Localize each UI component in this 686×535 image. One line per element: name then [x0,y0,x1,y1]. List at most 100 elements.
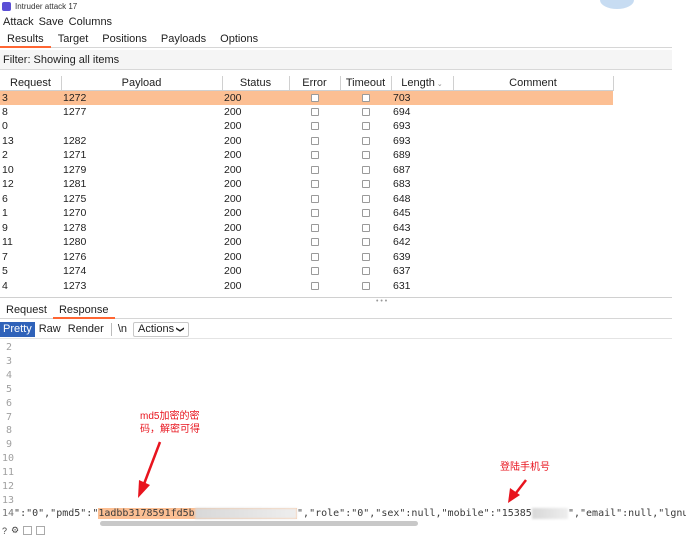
cell-error [289,177,340,192]
line-number: 6 [5,397,12,409]
cell-comment[interactable] [453,235,613,250]
cell-comment[interactable] [453,119,613,134]
column-header-error[interactable]: Error [289,76,341,91]
column-header-label: Error [302,76,327,89]
column-header-comment[interactable]: Comment [453,76,614,91]
tab-payloads[interactable]: Payloads [154,31,213,48]
cell-error [289,250,340,265]
response-editor[interactable]: 14":"0","pmd5":"1adbb3178591fd5bxxxxxxxx… [0,340,686,522]
table-row[interactable]: 1 1270 200 645 [0,206,613,221]
cell-length: 689 [393,149,411,162]
column-header-label: Length [401,76,435,89]
cell-comment[interactable] [453,148,613,163]
cell-payload: 1277 [63,105,87,118]
menu-columns[interactable]: Columns [69,16,112,28]
cell-status: 200 [224,279,242,292]
cell-status: 200 [224,134,242,147]
table-row[interactable]: 10 1279 200 687 [0,163,613,178]
error-checkbox [310,238,319,247]
line-number: 12 [2,481,15,492]
cell-timeout [340,148,391,163]
cell-timeout [340,250,391,265]
cell-comment[interactable] [453,221,613,236]
filter-bar[interactable]: Filter: Showing all items [0,50,672,70]
cell-length: 687 [393,163,411,176]
table-row[interactable]: 4 1273 200 631 [0,279,613,294]
view-pretty-button[interactable]: Pretty [0,322,35,337]
cell-comment[interactable] [453,206,613,221]
error-checkbox [310,180,319,189]
error-checkbox [310,136,319,145]
table-row[interactable]: 11 1280 200 642 [0,235,613,250]
cell-payload: 1271 [63,149,87,162]
column-header-label: Comment [509,76,557,89]
next-icon[interactable] [36,526,46,535]
cell-error [289,221,340,236]
cell-error [289,163,340,178]
timeout-checkbox [361,165,370,174]
sort-arrow-icon: ⌄ [436,80,443,88]
menu-attack[interactable]: Attack [3,16,34,28]
cell-comment[interactable] [453,90,613,105]
cell-comment[interactable] [453,264,613,279]
column-header-payload[interactable]: Payload [61,76,223,91]
cell-payload [61,119,222,134]
timeout-checkbox [361,281,370,290]
bottom-toolbar: ? ⚙ [0,526,686,535]
cell-payload: 1280 [63,236,87,249]
code-line-14: 14":"0","pmd5":"1adbb3178591fd5bxxxxxxxx… [2,508,686,519]
cell-request: 10 [2,163,14,176]
column-header-request[interactable]: Request [0,76,62,91]
cell-length: 648 [393,192,411,205]
cell-status: 200 [224,250,242,263]
menu-save[interactable]: Save [39,16,64,28]
table-row[interactable]: 2 1271 200 689 [0,148,613,163]
cell-status: 200 [224,236,242,249]
cell-comment[interactable] [453,192,613,207]
settings-icon[interactable]: ⚙ [11,526,19,535]
table-row[interactable]: 13 1282 200 693 [0,134,613,149]
cell-length: 703 [391,90,453,105]
cell-comment[interactable] [453,105,613,120]
prev-icon[interactable] [23,526,33,535]
table-row[interactable]: 7 1276 200 639 [0,250,613,265]
md5-value: 1adbb3178591fd5bxxxxxxxxxx3190303 [98,508,298,519]
table-row[interactable]: 0 200 693 [0,119,613,134]
view-newline-button[interactable]: \n [115,322,130,337]
table-row[interactable]: 6 1275 200 648 [0,192,613,207]
cell-comment[interactable] [453,134,613,149]
cell-comment[interactable] [453,250,613,265]
tab-positions[interactable]: Positions [95,31,154,48]
tab-options[interactable]: Options [213,31,265,48]
cell-status: 200 [224,265,242,278]
column-header-timeout[interactable]: Timeout [340,76,392,91]
cell-length: 645 [393,207,411,220]
cell-error [289,235,340,250]
help-icon[interactable]: ? [2,526,7,535]
view-render-button[interactable]: Render [65,322,107,337]
cell-comment[interactable] [453,279,613,294]
table-row[interactable]: 9 1278 200 643 [0,221,613,236]
cell-comment[interactable] [453,163,613,178]
tab-request[interactable]: Request [0,303,53,319]
column-header-length[interactable]: Length ⌄ [391,76,454,91]
table-row[interactable]: 3 1272 200 703 [0,90,613,105]
cell-comment[interactable] [453,177,613,192]
table-row[interactable]: 12 1281 200 683 [0,177,613,192]
cell-length: 683 [393,178,411,191]
line-number: 5 [5,383,12,395]
actions-dropdown[interactable]: Actions ❯ [133,322,189,337]
tab-response[interactable]: Response [52,303,115,319]
table-header: Request Payload Status Error Timeout Length ⌄ C… [0,76,614,91]
table-row[interactable]: 5 1274 200 637 [0,264,613,279]
line-number: 3 [5,355,12,367]
view-raw-button[interactable]: Raw [36,322,64,337]
table-row[interactable]: 8 1277 200 694 [0,105,613,120]
tab-results[interactable]: Results [0,31,51,48]
tab-target[interactable]: Target [51,31,96,48]
cell-timeout [340,235,391,250]
cell-length: 637 [393,265,411,278]
column-header-status[interactable]: Status [222,76,290,91]
filter-text: Filter: Showing all items [3,54,120,66]
cell-status: 200 [224,105,242,118]
